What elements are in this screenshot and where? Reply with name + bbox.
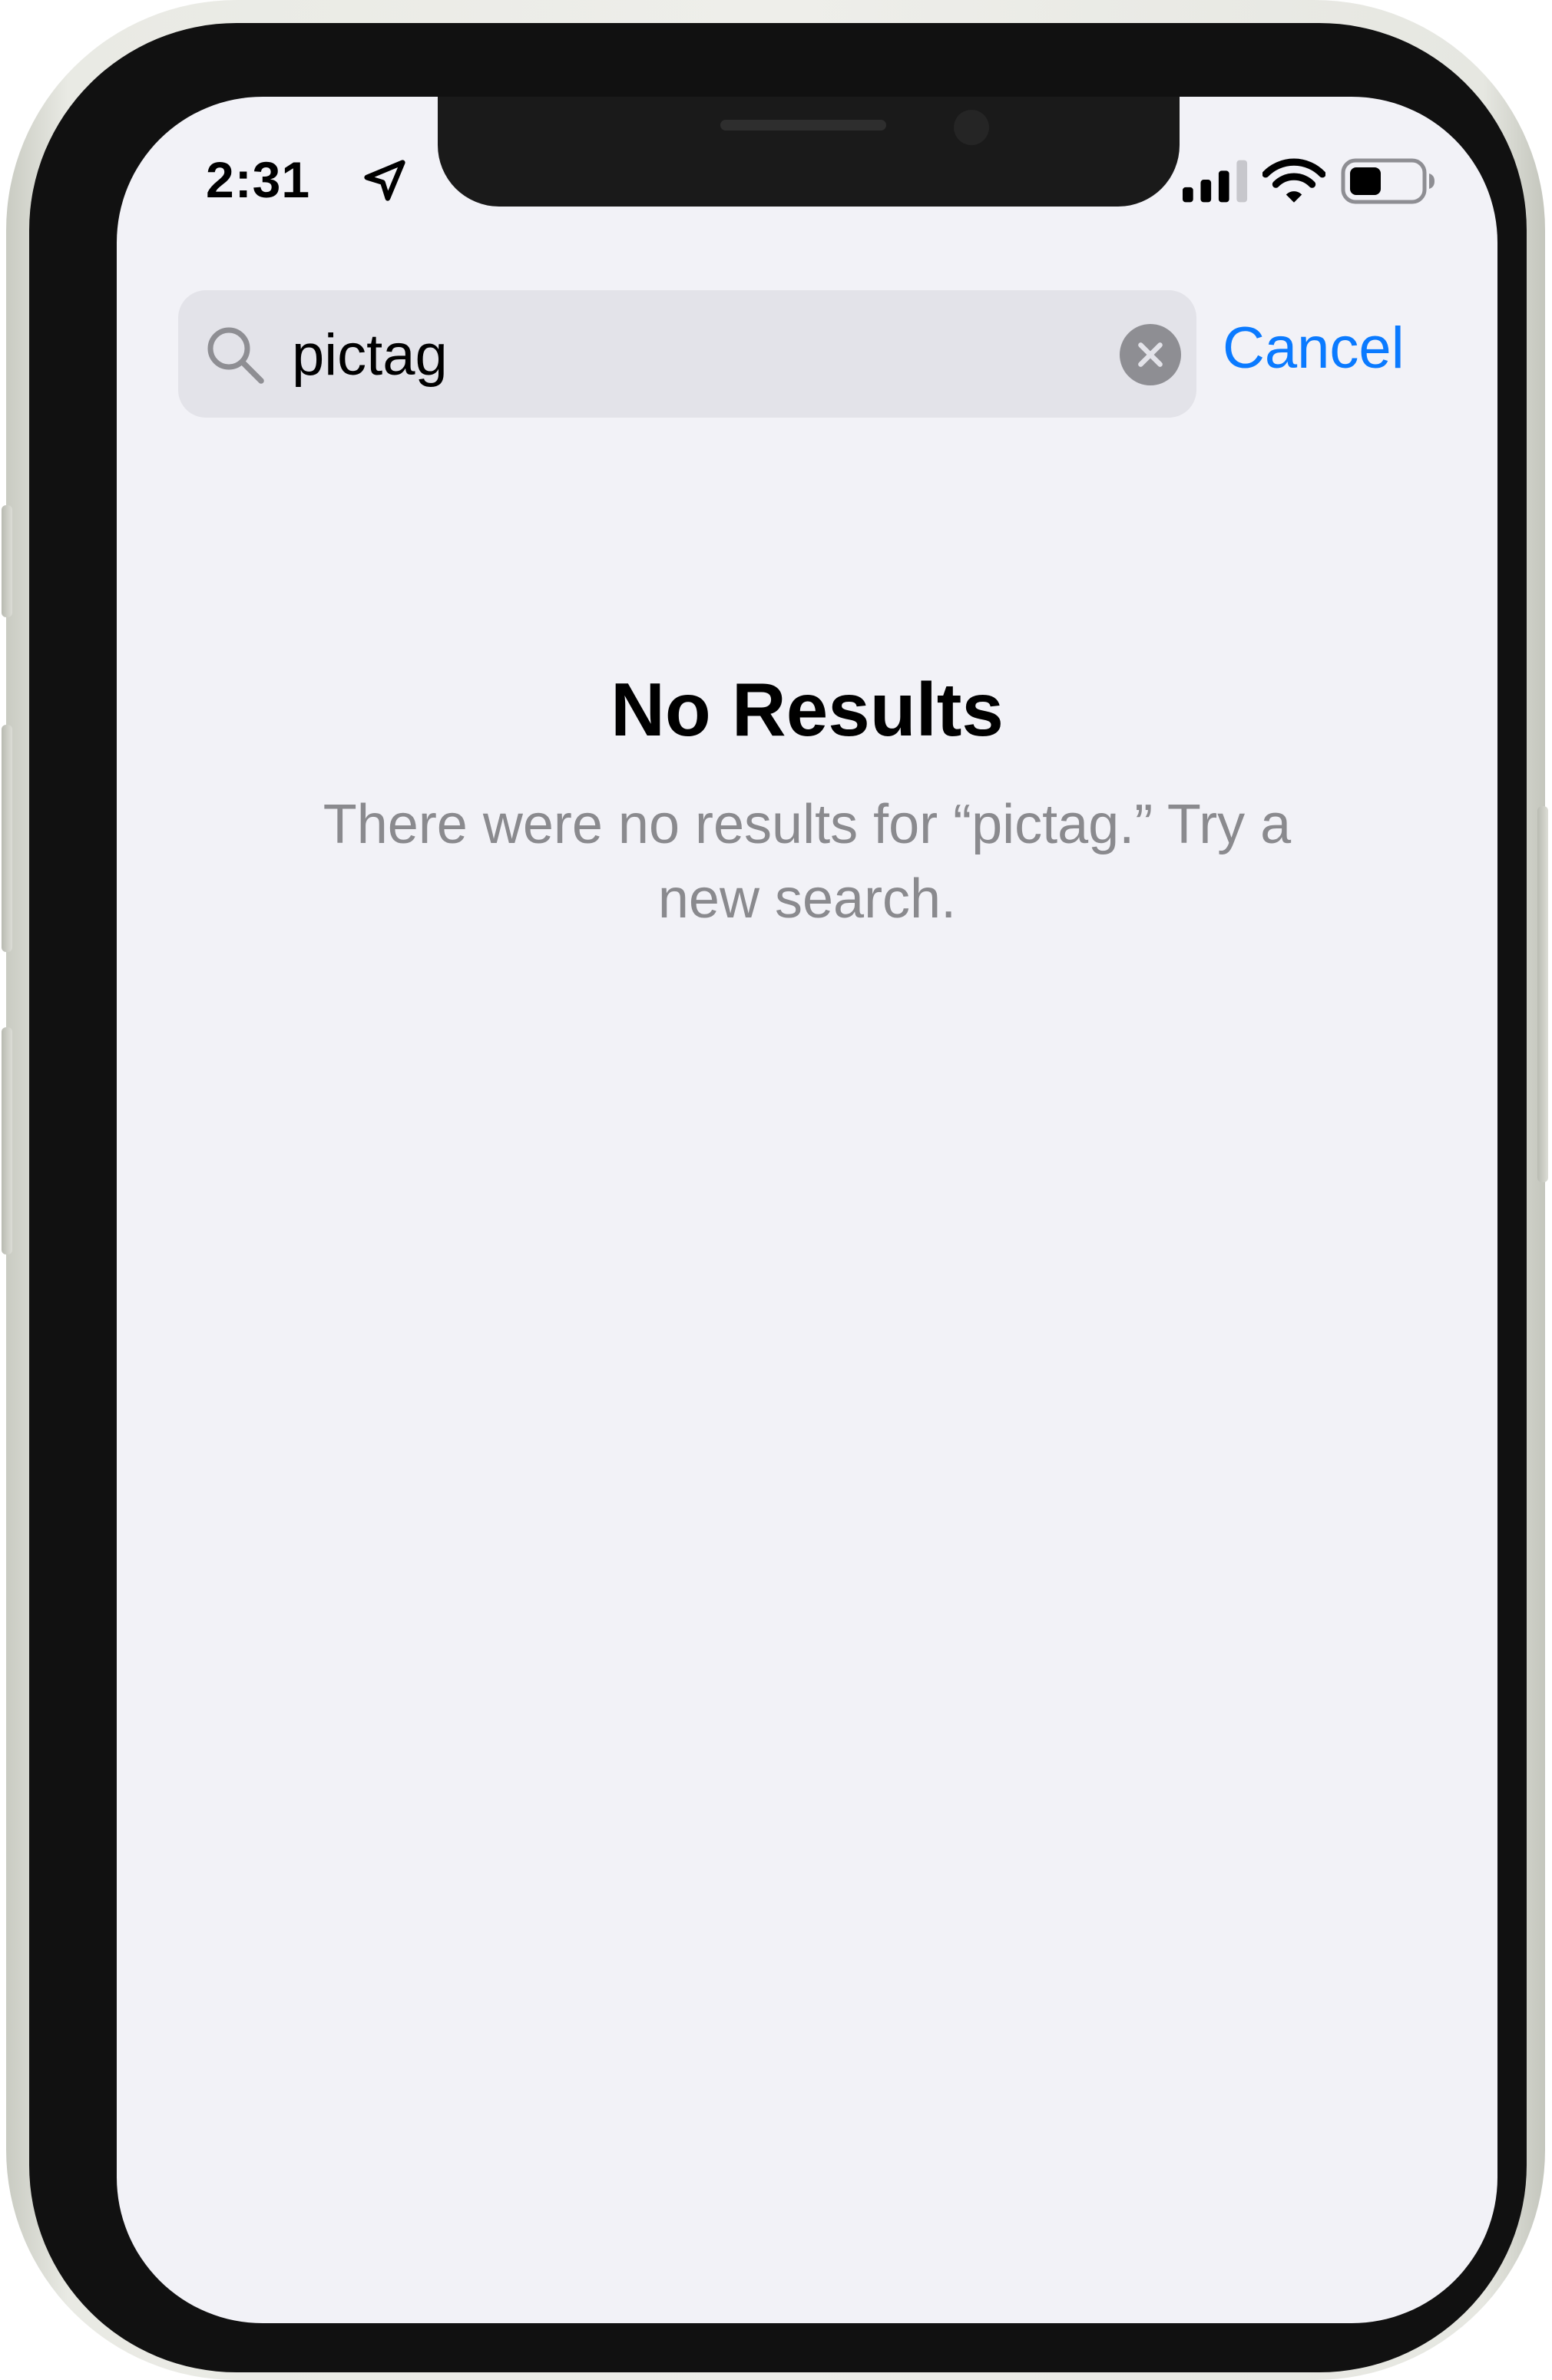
status-time: 2:31 — [206, 151, 311, 208]
search-bar — [178, 290, 1196, 418]
power-button — [1537, 806, 1548, 1182]
front-camera — [954, 110, 989, 145]
cancel-button[interactable]: Cancel — [1223, 315, 1405, 382]
phone-frame: 2:31 pictag Cancel No Results There were… — [2, 0, 1548, 2380]
location-arrow-icon — [364, 160, 405, 201]
clear-search-button[interactable] — [1120, 324, 1181, 385]
search-input[interactable] — [292, 316, 1060, 393]
volume-down-button — [2, 1027, 12, 1254]
silent-switch — [2, 505, 12, 617]
volume-up-button — [2, 725, 12, 952]
magnifying-glass-icon — [207, 327, 264, 384]
clear-x-icon — [1138, 342, 1163, 367]
no-results-title: No Results — [611, 667, 1004, 752]
cellular-signal-icon — [1183, 160, 1248, 203]
battery-icon — [1341, 158, 1435, 204]
notch — [438, 97, 1180, 207]
speaker-grille — [720, 120, 886, 131]
no-results-message: There were no results for “pictag.” Try … — [323, 794, 1292, 930]
phone-bezel: 2:31 pictag Cancel No Results There were… — [29, 23, 1527, 2372]
screen: 2:31 pictag Cancel No Results There were… — [117, 97, 1497, 2323]
wifi-icon — [1262, 158, 1325, 203]
